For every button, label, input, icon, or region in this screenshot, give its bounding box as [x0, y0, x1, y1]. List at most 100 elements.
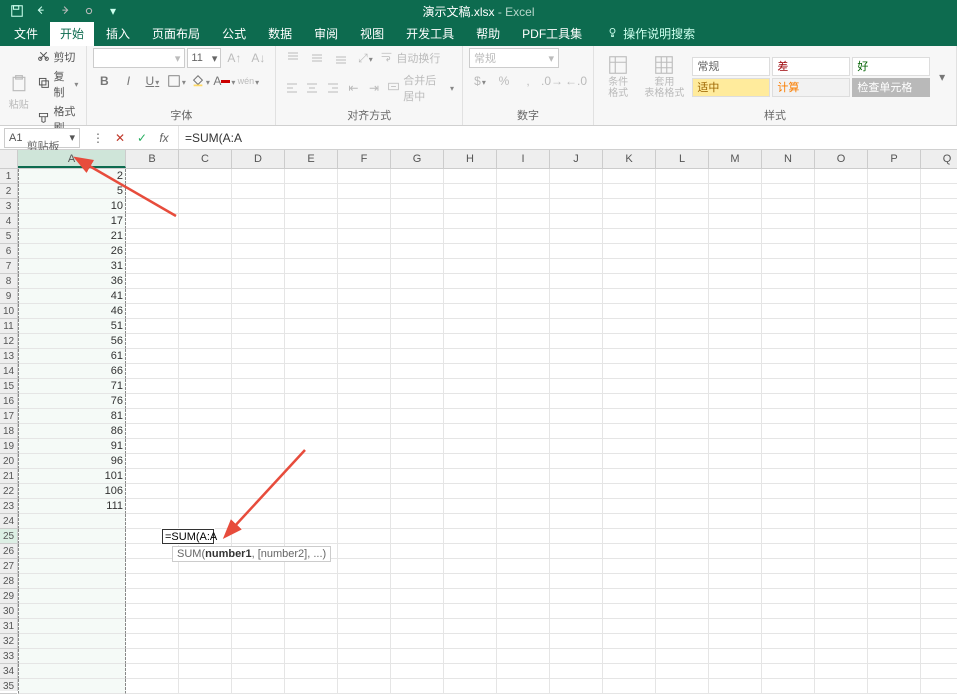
cell[interactable]: [18, 604, 126, 619]
cell[interactable]: [338, 274, 391, 289]
cell[interactable]: 106: [18, 484, 126, 499]
tab-home[interactable]: 开始: [50, 21, 94, 46]
cell[interactable]: [126, 349, 179, 364]
cell[interactable]: [709, 349, 762, 364]
cell[interactable]: [497, 529, 550, 544]
cell[interactable]: [444, 169, 497, 184]
cell[interactable]: [338, 244, 391, 259]
cell[interactable]: [126, 619, 179, 634]
cell[interactable]: [391, 364, 444, 379]
cell[interactable]: [656, 364, 709, 379]
cell[interactable]: [444, 679, 497, 694]
cell[interactable]: [709, 499, 762, 514]
fill-color-button[interactable]: [189, 71, 211, 91]
cell[interactable]: [709, 529, 762, 544]
cell[interactable]: [868, 349, 921, 364]
cell[interactable]: [126, 499, 179, 514]
cell[interactable]: [126, 214, 179, 229]
cell[interactable]: [921, 514, 957, 529]
cell[interactable]: [126, 409, 179, 424]
cell[interactable]: [550, 589, 603, 604]
cell[interactable]: [603, 304, 656, 319]
cell[interactable]: [709, 484, 762, 499]
row-head-19[interactable]: 19: [0, 439, 17, 454]
row-head-21[interactable]: 21: [0, 469, 17, 484]
col-head-E[interactable]: E: [285, 150, 338, 168]
cell[interactable]: [179, 289, 232, 304]
cell[interactable]: [762, 184, 815, 199]
cell[interactable]: [762, 604, 815, 619]
cell[interactable]: [391, 169, 444, 184]
row-head-2[interactable]: 2: [0, 184, 17, 199]
align-middle-button[interactable]: [306, 48, 328, 68]
cell[interactable]: [391, 544, 444, 559]
row-head-33[interactable]: 33: [0, 649, 17, 664]
cell[interactable]: [497, 544, 550, 559]
cell[interactable]: [762, 214, 815, 229]
cell[interactable]: [815, 394, 868, 409]
cell[interactable]: [868, 439, 921, 454]
bold-button[interactable]: B: [93, 71, 115, 91]
cell[interactable]: [550, 349, 603, 364]
cell[interactable]: [179, 274, 232, 289]
cell[interactable]: [444, 364, 497, 379]
cell[interactable]: [126, 484, 179, 499]
cell[interactable]: [126, 649, 179, 664]
cell[interactable]: [550, 214, 603, 229]
cell[interactable]: 81: [18, 409, 126, 424]
cell[interactable]: [126, 304, 179, 319]
cell[interactable]: [603, 289, 656, 304]
cell[interactable]: [18, 559, 126, 574]
save-button[interactable]: [6, 1, 28, 21]
cell[interactable]: [709, 244, 762, 259]
cell[interactable]: [497, 364, 550, 379]
cell[interactable]: [497, 574, 550, 589]
cell[interactable]: [391, 574, 444, 589]
cell[interactable]: [868, 199, 921, 214]
cell[interactable]: [603, 334, 656, 349]
cell[interactable]: [444, 649, 497, 664]
cell[interactable]: [815, 664, 868, 679]
cell[interactable]: [444, 499, 497, 514]
row-head-14[interactable]: 14: [0, 364, 17, 379]
col-head-C[interactable]: C: [179, 150, 232, 168]
cell[interactable]: [815, 679, 868, 694]
paste-button[interactable]: 粘贴: [6, 72, 31, 112]
cell[interactable]: [391, 334, 444, 349]
cell[interactable]: [815, 589, 868, 604]
cell[interactable]: [126, 454, 179, 469]
cell[interactable]: [868, 274, 921, 289]
cell[interactable]: [126, 379, 179, 394]
cell[interactable]: [603, 394, 656, 409]
cell[interactable]: [868, 679, 921, 694]
cell[interactable]: [868, 289, 921, 304]
cell[interactable]: [18, 529, 126, 544]
cell[interactable]: [762, 649, 815, 664]
row-head-24[interactable]: 24: [0, 514, 17, 529]
font-color-button[interactable]: A: [213, 71, 235, 91]
formula-input[interactable]: =SUM(A:A: [179, 131, 957, 145]
cell[interactable]: [18, 619, 126, 634]
col-head-P[interactable]: P: [868, 150, 921, 168]
cell[interactable]: [868, 664, 921, 679]
cell[interactable]: 111: [18, 499, 126, 514]
cell[interactable]: [179, 319, 232, 334]
cell[interactable]: [921, 289, 957, 304]
cell[interactable]: [391, 514, 444, 529]
align-right-button[interactable]: [324, 78, 343, 98]
cell[interactable]: [921, 454, 957, 469]
cell[interactable]: [868, 364, 921, 379]
cell[interactable]: [921, 364, 957, 379]
cell[interactable]: [921, 649, 957, 664]
cell[interactable]: [656, 499, 709, 514]
cell[interactable]: [497, 589, 550, 604]
cell[interactable]: [921, 619, 957, 634]
cell[interactable]: [126, 514, 179, 529]
cell[interactable]: [497, 184, 550, 199]
cell[interactable]: 56: [18, 334, 126, 349]
cell[interactable]: [391, 589, 444, 604]
cell[interactable]: [550, 229, 603, 244]
cell[interactable]: [179, 574, 232, 589]
col-head-N[interactable]: N: [762, 150, 815, 168]
cell[interactable]: [868, 604, 921, 619]
